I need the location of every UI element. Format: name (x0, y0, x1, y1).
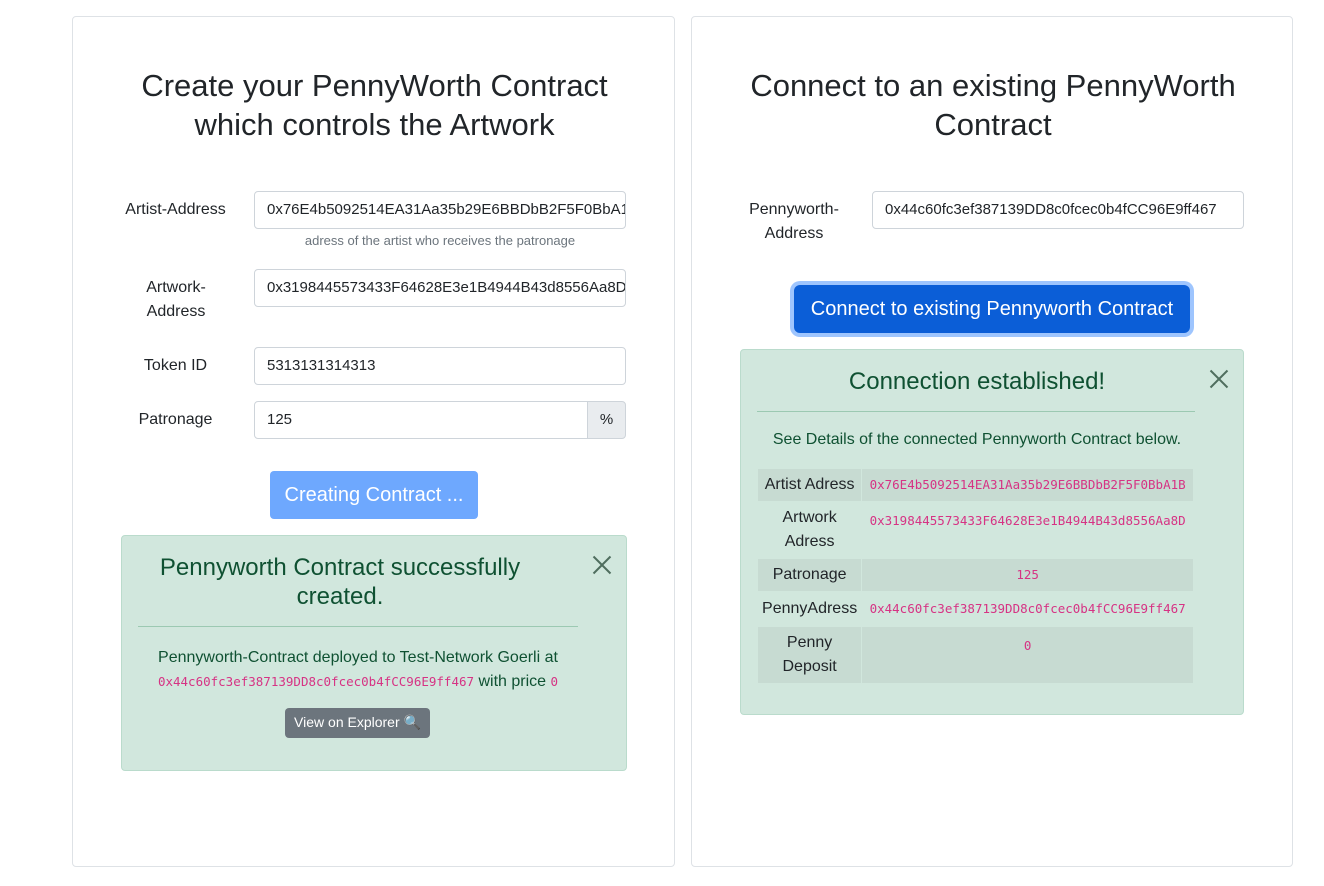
row-value: 0x3198445573433F64628E3e1B4944B43d8556Aa… (869, 513, 1186, 528)
price-value: 0 (550, 674, 559, 689)
create-title: Create your PennyWorth Contract which co… (141, 68, 608, 142)
view-on-explorer-button[interactable]: View on Explorer 🔍 (285, 708, 430, 738)
success-alert: Pennyworth Contract successfully created… (121, 535, 627, 771)
patronage-input[interactable]: 125 (254, 401, 588, 439)
connect-title: Connect to an existing PennyWorth Contra… (750, 68, 1236, 142)
connect-button[interactable]: Connect to existing Pennyworth Contract (794, 285, 1190, 333)
token-id-input[interactable]: 5313131314313 (254, 347, 626, 385)
details-table: Artist Adress 0x76E4b5092514EA31Aa35b29E… (756, 468, 1194, 684)
percent-addon: % (587, 401, 626, 439)
row-key: Artist Adress (756, 468, 863, 502)
table-row: Artist Adress 0x76E4b5092514EA31Aa35b29E… (756, 468, 1194, 502)
close-icon[interactable] (592, 555, 612, 575)
success-message: Pennyworth-Contract deployed to Test-Net… (132, 646, 584, 694)
row-key: Penny Deposit (756, 626, 863, 684)
patronage-label: Patronage (138, 411, 213, 428)
success-alert-title: Pennyworth Contract successfully created… (159, 554, 521, 610)
artist-address-label: Artist-Address (125, 201, 226, 218)
artwork-address-label: Artwork-Address (146, 279, 206, 320)
close-icon[interactable] (1209, 369, 1229, 389)
table-row: PennyAdress 0x44c60fc3ef387139DD8c0fcec0… (756, 591, 1194, 627)
price-text: with price (478, 673, 547, 690)
pennyworth-address-input[interactable]: 0x44c60fc3ef387139DD8c0fcec0b4fCC96E9ff4… (872, 191, 1244, 229)
row-value: 125 (1016, 567, 1039, 582)
row-key: PennyAdress (756, 591, 863, 627)
alert-divider (138, 626, 578, 627)
row-value: 0x76E4b5092514EA31Aa35b29E6BBDbB2F5F0BbA… (869, 477, 1186, 492)
success-message-text: Pennyworth-Contract deployed to Test-Net… (158, 649, 558, 666)
table-row: Artwork Adress 0x3198445573433F64628E3e1… (756, 501, 1194, 559)
connection-alert-title: Connection established! (848, 368, 1106, 395)
artist-address-help: adress of the artist who receives the pa… (304, 233, 576, 248)
row-value: 0 (1023, 638, 1032, 653)
artwork-address-input[interactable]: 0x3198445573433F64628E3e1B4944B43d8556Aa… (254, 269, 626, 307)
deployed-address: 0x44c60fc3ef387139DD8c0fcec0b4fCC96E9ff4… (157, 674, 475, 689)
connect-contract-card: Connect to an existing PennyWorth Contra… (691, 16, 1293, 867)
pennyworth-address-label: Pennyworth-Address (749, 201, 839, 242)
alert-divider (757, 411, 1195, 412)
connection-message: See Details of the connected Pennyworth … (772, 431, 1182, 448)
row-value: 0x44c60fc3ef387139DD8c0fcec0b4fCC96E9ff4… (869, 601, 1186, 616)
token-id-label: Token ID (143, 357, 208, 374)
row-key: Artwork Adress (756, 501, 863, 559)
create-contract-card: Create your PennyWorth Contract which co… (72, 16, 675, 867)
artist-address-input[interactable]: 0x76E4b5092514EA31Aa35b29E6BBDbB2F5F0BbA… (254, 191, 626, 229)
row-key: Patronage (756, 558, 863, 592)
connection-alert: Connection established! See Details of t… (740, 349, 1244, 715)
table-row: Patronage 125 (756, 558, 1194, 592)
table-row: Penny Deposit 0 (756, 626, 1194, 684)
creating-contract-button[interactable]: Creating Contract ... (270, 471, 478, 519)
